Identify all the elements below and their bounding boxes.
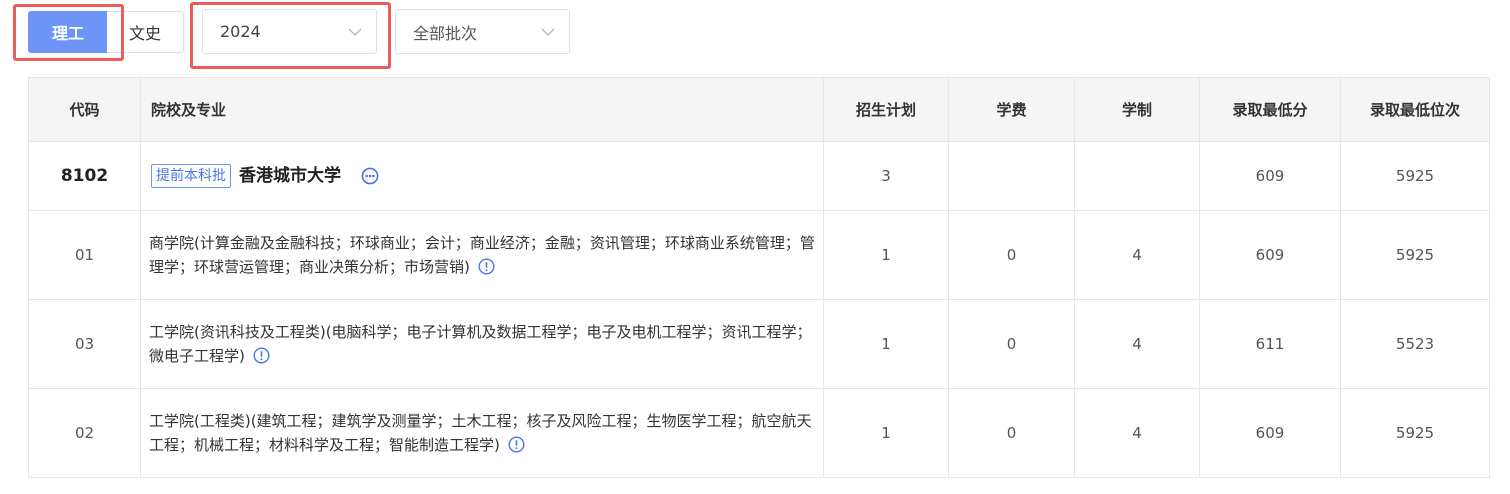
major-code: 03	[28, 299, 141, 389]
major-duration: 4	[1074, 388, 1200, 478]
header-school: 院校及专业	[140, 77, 824, 142]
university-plan: 3	[823, 141, 949, 211]
batch-select[interactable]: 全部批次	[395, 9, 570, 54]
major-cell: 商学院(计算金融及金融科技；环球商业；会计；商业经济；金融；资讯管理；环球商业系…	[140, 210, 824, 300]
more-icon[interactable]	[361, 167, 379, 185]
info-icon[interactable]	[508, 436, 525, 453]
university-min-score: 609	[1199, 141, 1341, 211]
university-duration	[1074, 141, 1200, 211]
university-tuition	[948, 141, 1075, 211]
batch-tag: 提前本科批	[151, 164, 231, 188]
major-name: 工学院(工程类)(建筑工程；建筑学及测量学；土木工程；核子及风险工程；生物医学工…	[149, 412, 812, 454]
major-tuition: 0	[948, 210, 1075, 300]
admission-table-container: 代码 院校及专业 招生计划 学费 学制 录取最低分 录取最低位次 8102 提前…	[28, 77, 1490, 478]
major-name: 工学院(资讯科技及工程类)(电脑科学；电子计算机及数据工程学；电子及电机工程学；…	[149, 323, 812, 365]
major-min-rank: 5925	[1340, 210, 1490, 300]
major-tuition: 0	[948, 388, 1075, 478]
major-plan: 1	[823, 299, 949, 389]
major-min-score: 609	[1199, 388, 1341, 478]
chevron-down-icon	[348, 28, 362, 36]
major-code: 02	[28, 388, 141, 478]
year-select[interactable]: 2024	[202, 9, 377, 54]
university-code: 8102	[28, 141, 141, 211]
info-icon[interactable]	[253, 347, 270, 364]
batch-select-value: 全部批次	[413, 23, 478, 43]
header-tuition: 学费	[948, 77, 1075, 142]
info-icon[interactable]	[478, 258, 495, 275]
table-row: 03 工学院(资讯科技及工程类)(电脑科学；电子计算机及数据工程学；电子及电机工…	[28, 299, 1490, 389]
major-code: 01	[28, 210, 141, 300]
major-duration: 4	[1074, 210, 1200, 300]
subject-arts-button[interactable]: 文史	[107, 11, 184, 53]
admission-table: 代码 院校及专业 招生计划 学费 学制 录取最低分 录取最低位次 8102 提前…	[28, 77, 1490, 478]
header-min-score: 录取最低分	[1199, 77, 1341, 142]
university-min-rank: 5925	[1340, 141, 1490, 211]
header-plan: 招生计划	[823, 77, 949, 142]
major-cell: 工学院(工程类)(建筑工程；建筑学及测量学；土木工程；核子及风险工程；生物医学工…	[140, 388, 824, 478]
header-duration: 学制	[1074, 77, 1200, 142]
university-row: 8102 提前本科批 香港城市大学 3 609 5925	[28, 141, 1490, 211]
table-row: 02 工学院(工程类)(建筑工程；建筑学及测量学；土木工程；核子及风险工程；生物…	[28, 388, 1490, 478]
major-plan: 1	[823, 210, 949, 300]
table-header-row: 代码 院校及专业 招生计划 学费 学制 录取最低分 录取最低位次	[28, 77, 1490, 142]
header-min-rank: 录取最低位次	[1340, 77, 1490, 142]
major-min-rank: 5925	[1340, 388, 1490, 478]
university-cell: 提前本科批 香港城市大学	[140, 141, 824, 211]
major-plan: 1	[823, 388, 949, 478]
major-cell: 工学院(资讯科技及工程类)(电脑科学；电子计算机及数据工程学；电子及电机工程学；…	[140, 299, 824, 389]
filter-toolbar: 理工 文史 2024 全部批次	[0, 0, 1510, 70]
header-code: 代码	[28, 77, 141, 142]
university-name[interactable]: 香港城市大学	[239, 164, 341, 188]
major-min-score: 611	[1199, 299, 1341, 389]
major-tuition: 0	[948, 299, 1075, 389]
table-row: 01 商学院(计算金融及金融科技；环球商业；会计；商业经济；金融；资讯管理；环球…	[28, 210, 1490, 300]
year-select-value: 2024	[220, 22, 261, 41]
chevron-down-icon	[541, 28, 555, 36]
major-duration: 4	[1074, 299, 1200, 389]
subject-science-button[interactable]: 理工	[28, 11, 108, 53]
major-min-rank: 5523	[1340, 299, 1490, 389]
major-min-score: 609	[1199, 210, 1341, 300]
